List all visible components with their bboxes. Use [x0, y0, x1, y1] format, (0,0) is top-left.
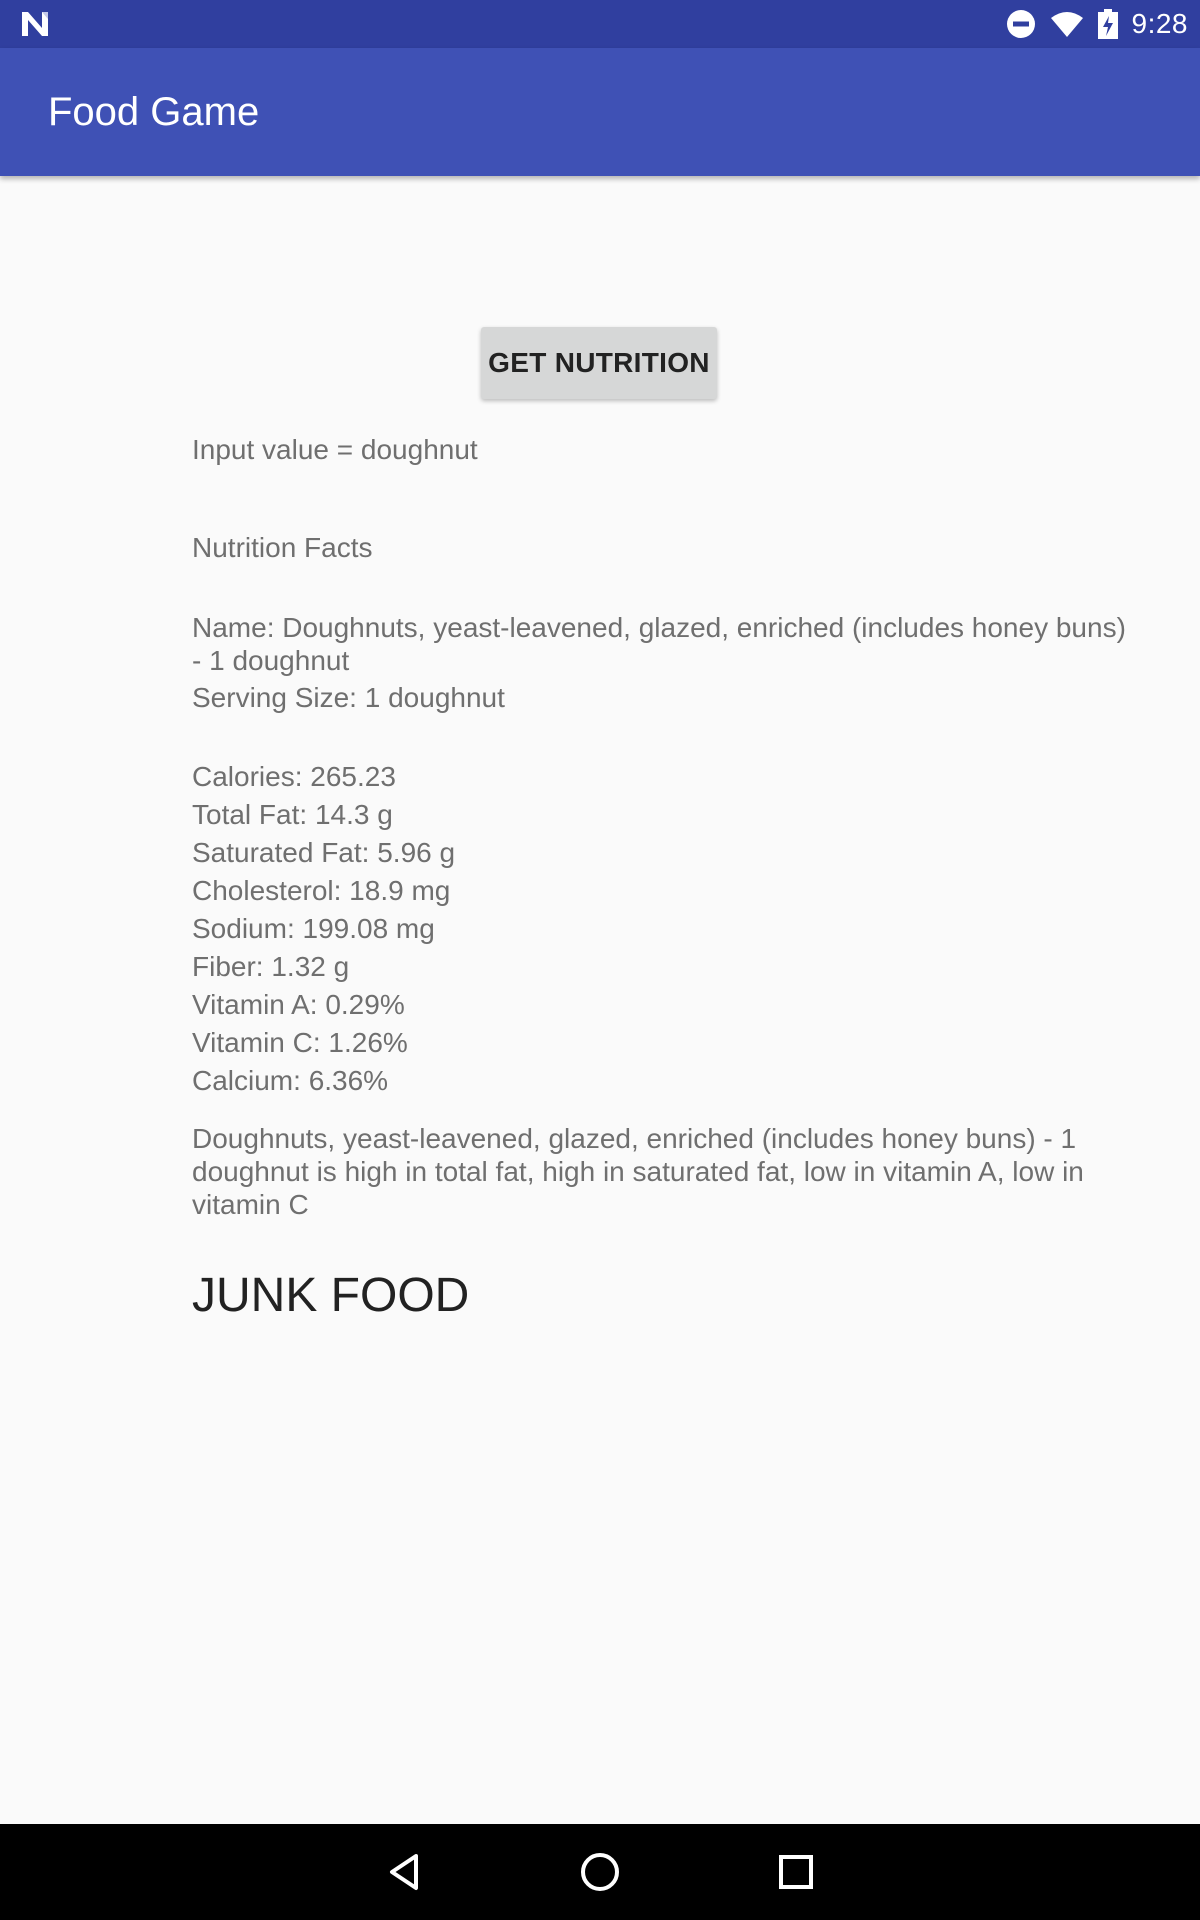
do-not-disturb-icon	[1006, 10, 1035, 38]
verdict-text: JUNK FOOD	[192, 1269, 470, 1322]
get-nutrition-button[interactable]: GET NUTRITION	[481, 327, 717, 399]
nutrient-calories: Calories: 265.23	[192, 761, 396, 792]
app-bar: Food Game	[0, 48, 1200, 176]
status-bar: 9:28	[0, 0, 1200, 48]
n-logo-icon	[22, 12, 48, 36]
navigation-bar	[0, 1824, 1200, 1920]
nutrient-calcium: Calcium: 6.36%	[192, 1065, 389, 1096]
nutrient-total-fat: Total Fat: 14.3 g	[192, 799, 393, 830]
nutrient-saturated-fat: Saturated Fat: 5.96 g	[192, 837, 456, 868]
recents-icon[interactable]	[772, 1848, 820, 1896]
status-time: 9:28	[1131, 8, 1188, 39]
back-icon[interactable]	[380, 1848, 428, 1896]
main-content: GET NUTRITION Input value = doughnut Nut…	[0, 176, 1200, 1824]
battery-charging-icon	[1097, 9, 1118, 39]
nutrient-sodium: Sodium: 199.08 mg	[192, 913, 435, 944]
nutrient-vitamin-c: Vitamin C: 1.26%	[192, 1027, 408, 1058]
nutrient-cholesterol: Cholesterol: 18.9 mg	[192, 875, 451, 906]
app-title: Food Game	[48, 90, 260, 134]
input-value-text: Input value = doughnut	[192, 434, 478, 465]
food-name-text: Name: Doughnuts, yeast-leavened, glazed,…	[192, 612, 1126, 676]
nutrient-vitamin-a: Vitamin A: 0.29%	[192, 989, 405, 1020]
serving-size-text: Serving Size: 1 doughnut	[192, 682, 505, 713]
status-icons: 9:28	[1006, 0, 1189, 48]
wifi-icon	[1050, 12, 1083, 37]
home-icon[interactable]	[576, 1848, 624, 1896]
summary-text: Doughnuts, yeast-leavened, glazed, enric…	[192, 1123, 1084, 1220]
nutrition-facts-heading: Nutrition Facts	[192, 532, 373, 563]
nutrient-fiber: Fiber: 1.32 g	[192, 951, 350, 982]
